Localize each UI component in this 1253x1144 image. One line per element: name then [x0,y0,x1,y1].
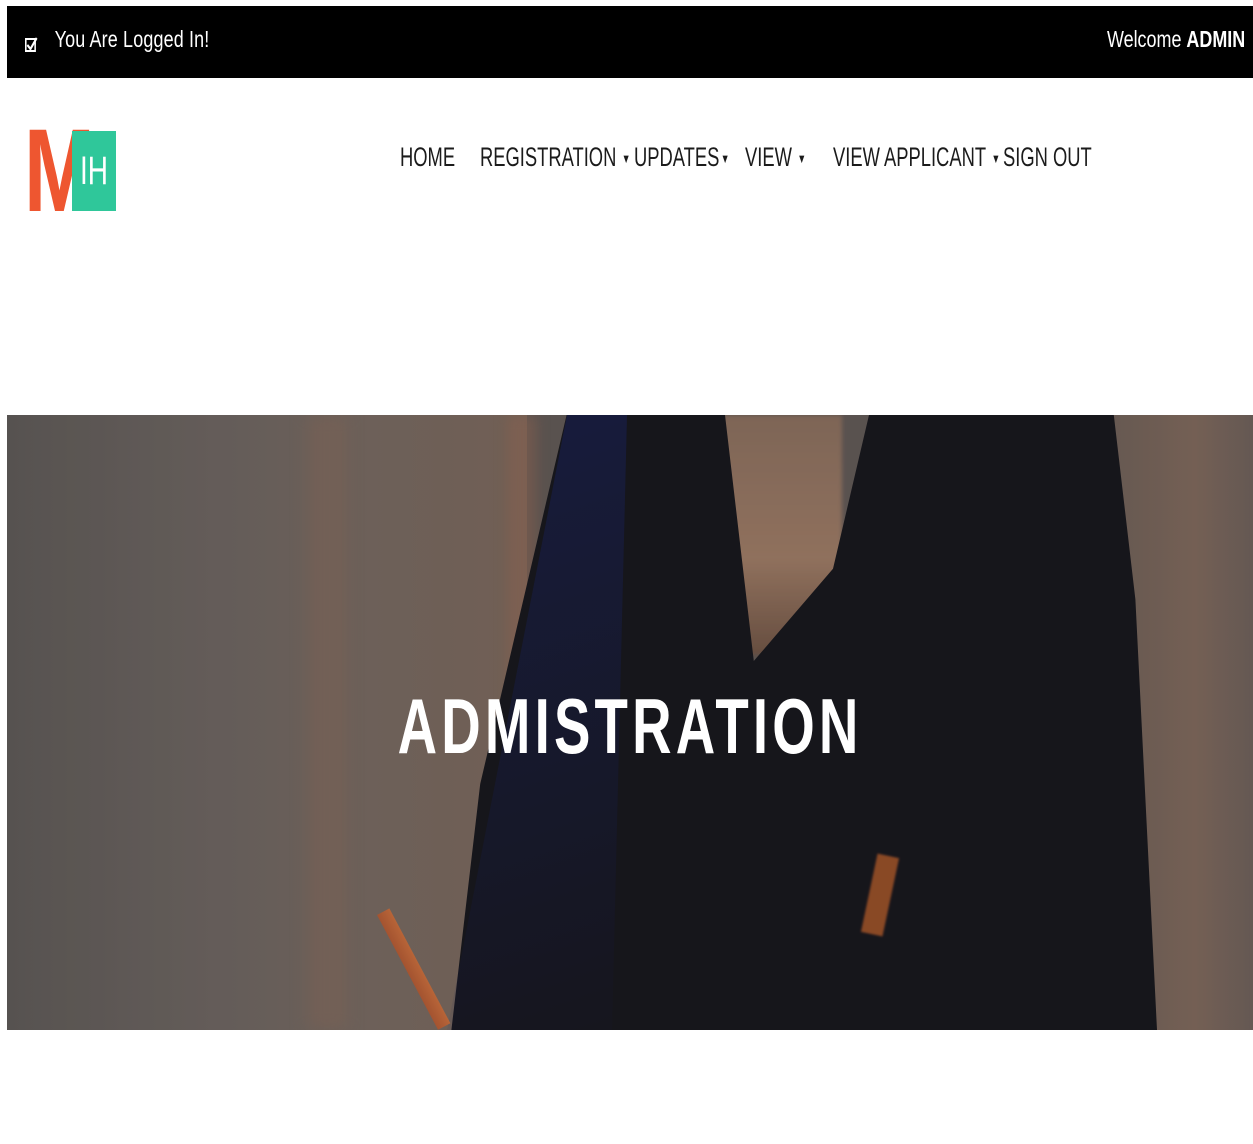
login-status: You Are Logged In! [25,26,209,53]
caret-down-icon: ▼ [991,150,1001,166]
nav-item-home-label: HOME [400,141,456,172]
nav-item-home[interactable]: HOME [400,142,455,173]
hero-banner: ADMISTRATION [7,415,1253,1030]
caret-down-icon: ▼ [621,150,631,166]
site-logo[interactable]: M IH [24,112,120,230]
nav-item-registration-label: REGISTRATION [480,141,617,172]
nav-item-registration[interactable]: REGISTRATION ▼ [480,142,631,173]
nav-item-updates[interactable]: UPDATES▼ [634,142,729,173]
logo-ih-letters: IH [80,149,108,193]
caret-down-icon: ▼ [720,150,730,166]
welcome-prefix: Welcome [1106,26,1182,52]
nav-item-view-applicant[interactable]: VIEW APPLICANT ▼ [833,142,1000,173]
nav-item-view[interactable]: VIEW ▼ [745,142,806,173]
nav-item-view-applicant-label: VIEW APPLICANT [833,141,987,172]
nav-item-sign-out[interactable]: SIGN OUT [1003,142,1092,173]
nav-item-updates-label: UPDATES [634,141,720,172]
checkbox-checked-icon [25,32,38,52]
page: You Are Logged In! Welcome ADMIN M IH HO… [0,0,1253,1144]
hero-title: ADMISTRATION [7,683,1253,769]
welcome-username: ADMIN [1186,26,1245,52]
nav-slot-updates: UPDATES▼ [634,140,745,174]
welcome-message: Welcome ADMIN [1107,26,1245,53]
nav-slot-home: HOME [400,140,480,174]
login-status-text: You Are Logged In! [54,26,210,52]
nav-slot-sign-out: SIGN OUT [1003,140,1092,174]
hero-title-text: ADMISTRATION [397,682,863,770]
nav-slot-view: VIEW ▼ [745,140,833,174]
logo-ih-box: IH [72,131,116,211]
nav-slot-registration: REGISTRATION ▼ [480,140,634,174]
nav-item-view-label: VIEW [745,141,792,172]
site-header: M IH HOME REGISTRATION ▼ UPDATES▼ VIEW ▼… [7,78,1253,238]
main-nav: HOME REGISTRATION ▼ UPDATES▼ VIEW ▼ VIEW… [400,140,1092,174]
caret-down-icon: ▼ [797,150,807,166]
nav-slot-view-applicant: VIEW APPLICANT ▼ [833,140,1003,174]
top-status-bar: You Are Logged In! Welcome ADMIN [7,6,1253,78]
nav-item-sign-out-label: SIGN OUT [1003,141,1092,172]
